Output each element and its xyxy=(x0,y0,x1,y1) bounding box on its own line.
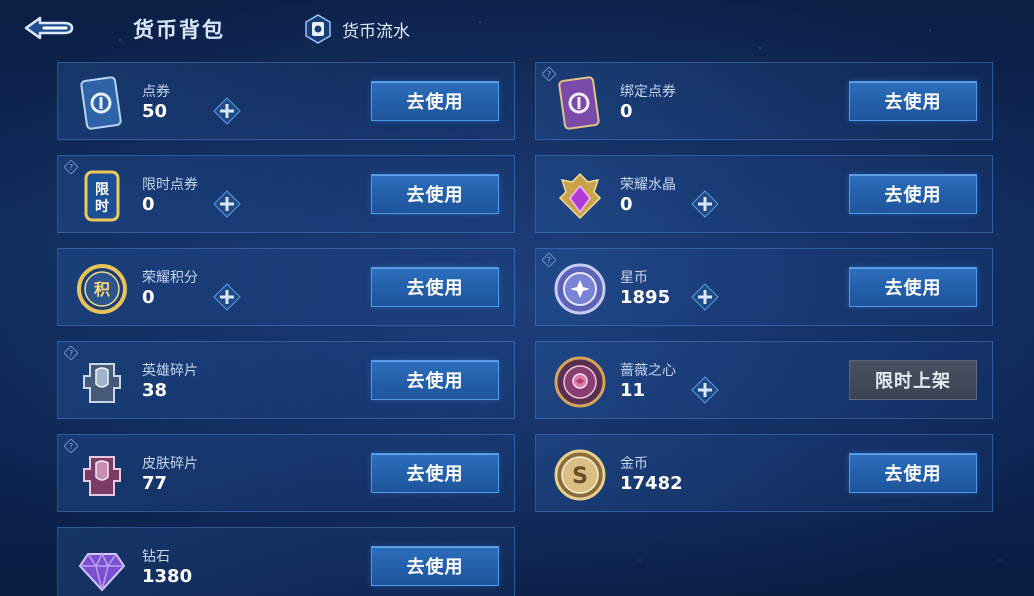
currency-name: 蔷薇之心 xyxy=(620,363,676,379)
currency-card-voucher: 点券 50 去使用 xyxy=(57,62,515,140)
currency-name: 绑定点券 xyxy=(620,84,676,100)
currency-card-star-coin: ? 星币 1895 去使用 xyxy=(535,248,993,326)
use-button[interactable]: 去使用 xyxy=(849,453,977,493)
svg-text:?: ? xyxy=(69,163,73,172)
currency-card-gold-coin: S 金币 17482 去使用 xyxy=(535,434,993,512)
use-button[interactable]: 去使用 xyxy=(371,174,499,214)
currency-card-skin-fragment: ? 皮肤碎片 77 去使用 xyxy=(57,434,515,512)
svg-text:?: ? xyxy=(547,256,551,265)
svg-text:?: ? xyxy=(69,349,73,358)
use-button[interactable]: 去使用 xyxy=(371,453,499,493)
currency-amount: 0 xyxy=(142,194,155,215)
skin-fragment-icon xyxy=(83,456,121,496)
currency-ledger-tab[interactable]: 货币流水 xyxy=(304,14,410,44)
add-plus-icon[interactable] xyxy=(691,190,719,218)
currency-name: 荣耀水晶 xyxy=(620,177,676,193)
currency-amount: 1380 xyxy=(142,566,193,587)
currency-name: 金币 xyxy=(620,456,648,472)
currency-amount: 77 xyxy=(142,473,168,494)
use-button[interactable]: 去使用 xyxy=(371,360,499,400)
currency-name: 钻石 xyxy=(142,549,170,565)
gold-coin-icon: S xyxy=(554,449,606,501)
diamond-icon xyxy=(78,552,126,592)
add-plus-icon[interactable] xyxy=(691,283,719,311)
currency-card-hero-fragment: ? 英雄碎片 38 去使用 xyxy=(57,341,515,419)
currency-card-honor-crystal: 荣耀水晶 0 去使用 xyxy=(535,155,993,233)
currency-name: 限时点券 xyxy=(142,177,198,193)
use-button[interactable]: 去使用 xyxy=(849,267,977,307)
use-button[interactable]: 去使用 xyxy=(371,81,499,121)
add-plus-icon[interactable] xyxy=(213,97,241,125)
icon-lettering: S xyxy=(572,464,588,489)
use-button[interactable]: 去使用 xyxy=(371,267,499,307)
icon-lettering: 限 xyxy=(95,182,109,198)
currency-name: 英雄碎片 xyxy=(142,363,198,379)
voucher-icon xyxy=(80,76,122,130)
ledger-label: 货币流水 xyxy=(342,21,410,42)
honor-points-icon: 积 xyxy=(77,264,127,314)
currency-amount: 0 xyxy=(142,287,155,308)
icon-lettering: 积 xyxy=(94,280,110,299)
hero-fragment-icon xyxy=(83,363,121,403)
limited-listing-button[interactable]: 限时上架 xyxy=(849,360,977,400)
currency-amount: 17482 xyxy=(620,473,683,494)
currency-name: 荣耀积分 xyxy=(142,270,198,286)
back-arrow-icon[interactable] xyxy=(18,12,76,44)
bound-voucher-icon xyxy=(558,76,600,130)
currency-name: 皮肤碎片 xyxy=(142,456,198,472)
rose-heart-icon xyxy=(554,356,606,408)
currency-card-rose-heart: 蔷薇之心 11 限时上架 xyxy=(535,341,993,419)
currency-name: 星币 xyxy=(620,270,648,286)
add-plus-icon[interactable] xyxy=(213,283,241,311)
currency-amount: 1895 xyxy=(620,287,671,308)
honor-crystal-icon xyxy=(558,172,602,220)
svg-text:?: ? xyxy=(547,70,551,79)
add-plus-icon[interactable] xyxy=(691,376,719,404)
currency-amount: 0 xyxy=(620,194,633,215)
currency-name: 点券 xyxy=(142,84,170,100)
use-button[interactable]: 去使用 xyxy=(849,174,977,214)
add-plus-icon[interactable] xyxy=(213,190,241,218)
currency-amount: 0 xyxy=(620,101,633,122)
currency-amount: 38 xyxy=(142,380,168,401)
use-button[interactable]: 去使用 xyxy=(371,546,499,586)
svg-text:?: ? xyxy=(69,442,73,451)
currency-card-limited-voucher: ? 限时 限时点券 0 去使用 xyxy=(57,155,515,233)
use-button[interactable]: 去使用 xyxy=(849,81,977,121)
icon-lettering: 时 xyxy=(95,198,109,215)
page-title: 货币背包 xyxy=(133,18,225,42)
currency-card-bound-voucher: ? 绑定点券 0 去使用 xyxy=(535,62,993,140)
star-coin-icon xyxy=(554,263,606,315)
currency-amount: 11 xyxy=(620,380,646,401)
limited-voucher-icon: 限时 xyxy=(84,170,120,222)
currency-amount: 50 xyxy=(142,101,168,122)
currency-card-diamond: 钻石 1380 去使用 xyxy=(57,527,515,596)
ledger-icon xyxy=(305,14,331,44)
currency-card-honor-points: 积 荣耀积分 0 去使用 xyxy=(57,248,515,326)
